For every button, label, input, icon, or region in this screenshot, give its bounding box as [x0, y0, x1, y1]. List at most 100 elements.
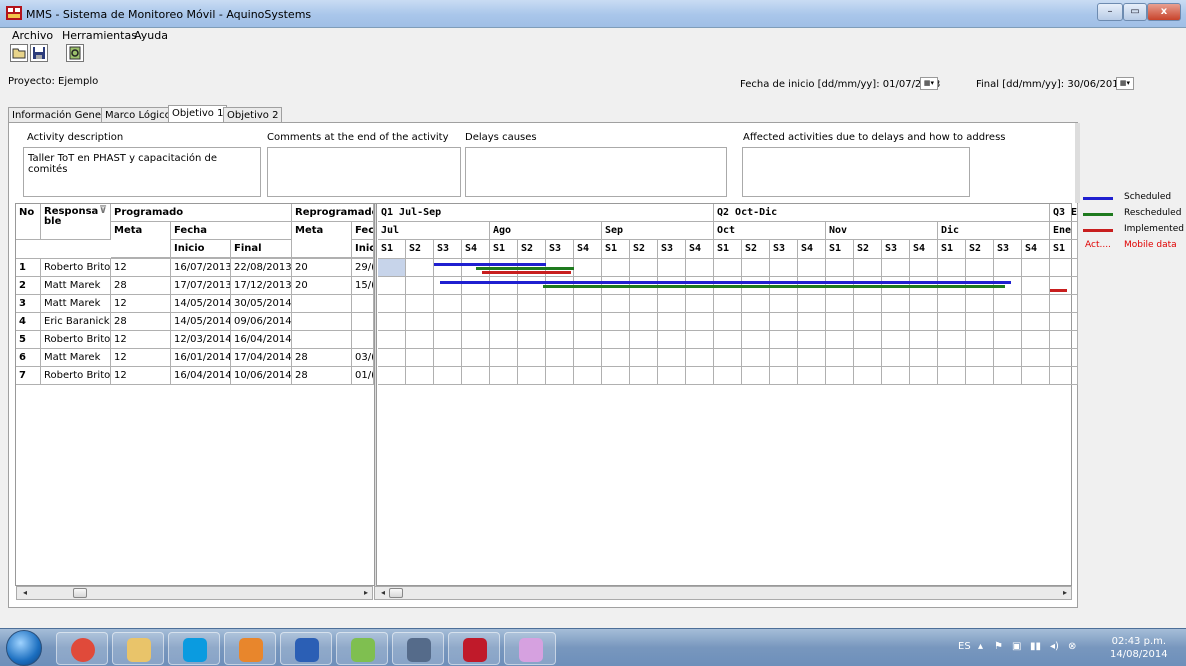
cell-meta[interactable]: 28 [111, 277, 171, 295]
gantt-cell[interactable] [378, 295, 406, 313]
gantt-cell[interactable] [994, 295, 1022, 313]
gantt-cell[interactable] [630, 349, 658, 367]
gantt-cell[interactable] [602, 259, 630, 277]
window-icon[interactable] [392, 632, 444, 665]
gantt-cell[interactable] [434, 313, 462, 331]
gantt-cell[interactable] [826, 313, 854, 331]
gantt-cell[interactable] [658, 259, 686, 277]
gantt-cell[interactable] [602, 349, 630, 367]
scroll-thumb[interactable] [389, 588, 403, 598]
scroll-thumb[interactable] [73, 588, 87, 598]
gantt-cell[interactable] [406, 349, 434, 367]
gantt-cell[interactable] [462, 331, 490, 349]
gantt-cell[interactable] [798, 259, 826, 277]
gantt-cell[interactable] [518, 349, 546, 367]
cell-responsable[interactable]: Matt Marek [41, 277, 111, 295]
table-horizontal-scrollbar[interactable]: ◂ ▸ [16, 586, 373, 600]
paint-icon[interactable] [504, 632, 556, 665]
gantt-cell[interactable] [630, 259, 658, 277]
gantt-cell[interactable] [574, 259, 602, 277]
gantt-cell[interactable] [854, 349, 882, 367]
gantt-cell[interactable] [826, 367, 854, 385]
sync-icon[interactable] [66, 44, 84, 62]
cell-inicio[interactable]: 12/03/2014 [171, 331, 231, 349]
gantt-cell[interactable] [378, 349, 406, 367]
gantt-cell[interactable] [630, 367, 658, 385]
gantt-cell[interactable] [714, 367, 742, 385]
cell-fec2[interactable]: 15/( [352, 277, 374, 295]
cell-no[interactable]: 7 [16, 367, 41, 385]
gantt-cell[interactable] [1050, 331, 1078, 349]
gantt-cell[interactable] [462, 277, 490, 295]
gantt-cell[interactable] [658, 295, 686, 313]
gantt-cell[interactable] [378, 313, 406, 331]
scroll-right-icon[interactable]: ▸ [1059, 587, 1071, 599]
cell-responsable[interactable]: Roberto Brito [41, 367, 111, 385]
cell-fec2[interactable] [352, 331, 374, 349]
gantt-cell[interactable] [714, 295, 742, 313]
cell-responsable[interactable]: Roberto Brito [41, 259, 111, 277]
gantt-cell[interactable] [518, 367, 546, 385]
gantt-cell[interactable] [714, 313, 742, 331]
gantt-cell[interactable] [1022, 349, 1050, 367]
gantt-cell[interactable] [378, 331, 406, 349]
gantt-cell[interactable] [406, 367, 434, 385]
gantt-cell[interactable] [630, 295, 658, 313]
cell-meta[interactable]: 12 [111, 331, 171, 349]
gantt-cell[interactable] [658, 331, 686, 349]
gantt-cell[interactable] [798, 367, 826, 385]
gantt-cell[interactable] [574, 295, 602, 313]
gantt-bar-rescheduled[interactable] [543, 285, 1006, 288]
start-date-field[interactable]: Fecha de inicio [dd/mm/yy]: 01/07/2013 [740, 79, 940, 90]
gantt-cell[interactable] [630, 331, 658, 349]
gantt-cell[interactable] [574, 367, 602, 385]
gantt-cell[interactable] [910, 331, 938, 349]
gantt-cell[interactable] [434, 259, 462, 277]
gantt-cell[interactable] [490, 367, 518, 385]
gantt-cell[interactable] [882, 367, 910, 385]
gantt-cell[interactable] [770, 313, 798, 331]
gantt-cell[interactable] [378, 259, 406, 277]
gantt-cell[interactable] [490, 313, 518, 331]
gantt-cell[interactable] [714, 259, 742, 277]
delays-causes-field[interactable] [465, 147, 727, 197]
gantt-cell[interactable] [462, 295, 490, 313]
gantt-bar-implemented[interactable] [1050, 289, 1067, 292]
gantt-cell[interactable] [882, 295, 910, 313]
gantt-cell[interactable] [714, 349, 742, 367]
gantt-cell[interactable] [546, 295, 574, 313]
gantt-cell[interactable] [966, 349, 994, 367]
gantt-cell[interactable] [1050, 295, 1078, 313]
header-responsable[interactable]: Responsa ble ⊽ [41, 204, 111, 240]
gantt-cell[interactable] [742, 349, 770, 367]
cell-inicio[interactable]: 17/07/2013 [171, 277, 231, 295]
gantt-cell[interactable] [1050, 277, 1078, 295]
gantt-cell[interactable] [854, 259, 882, 277]
gantt-cell[interactable] [994, 259, 1022, 277]
cell-final[interactable]: 17/12/2013 [231, 277, 292, 295]
gantt-cell[interactable] [798, 349, 826, 367]
signal-icon[interactable]: ▮▮ [1030, 641, 1041, 652]
gantt-cell[interactable] [686, 367, 714, 385]
gantt-bar-implemented[interactable] [481, 271, 572, 274]
gantt-cell[interactable] [770, 259, 798, 277]
menu-ayuda[interactable]: Ayuda [134, 29, 168, 42]
gantt-cell[interactable] [742, 331, 770, 349]
calendar-icon[interactable]: ▦▾ [920, 77, 938, 90]
gantt-cell[interactable] [938, 331, 966, 349]
gantt-cell[interactable] [686, 313, 714, 331]
tab-objetivo-2[interactable]: Objetivo 2 [223, 107, 283, 122]
cell-fec2[interactable] [352, 313, 374, 331]
menu-herramientas[interactable]: Herramientas [62, 29, 137, 42]
minimize-button[interactable]: – [1097, 3, 1123, 21]
gantt-cell[interactable] [1022, 277, 1050, 295]
gantt-cell[interactable] [770, 295, 798, 313]
gantt-cell[interactable] [910, 349, 938, 367]
gantt-cell[interactable] [546, 349, 574, 367]
gantt-cell[interactable] [854, 367, 882, 385]
gantt-cell[interactable] [854, 295, 882, 313]
gantt-cell[interactable] [686, 259, 714, 277]
gantt-cell[interactable] [910, 295, 938, 313]
cell-fec2[interactable]: 01/( [352, 367, 374, 385]
gantt-cell[interactable] [434, 367, 462, 385]
